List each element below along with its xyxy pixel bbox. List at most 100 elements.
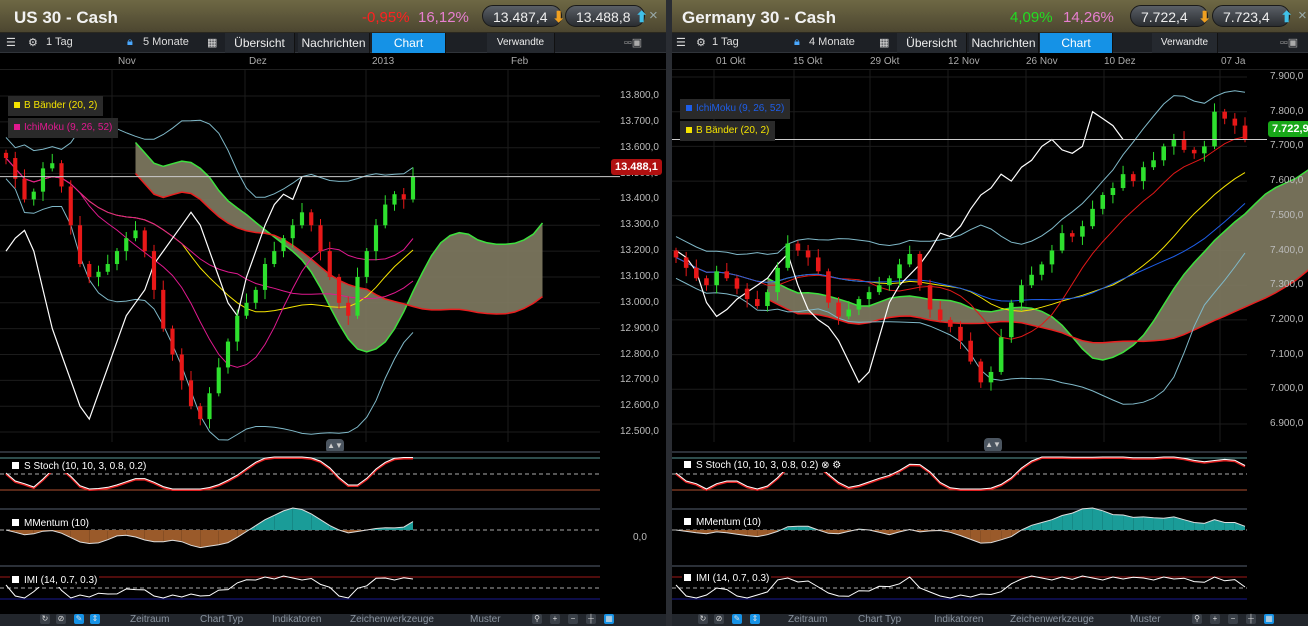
candle-body <box>1029 274 1034 286</box>
toolbar-muster[interactable]: Muster <box>1130 614 1161 625</box>
window-header[interactable]: Germany 30 - Cash 4,09% 14,26% 7.722,4 ⬇ … <box>672 0 1308 33</box>
legend-bollinger[interactable]: B Bänder (20, 2) <box>680 121 776 141</box>
window-layout-icons[interactable]: ▫▫▣ <box>624 36 642 49</box>
sell-quote-button[interactable]: 7.722,4 ⬇ <box>1130 5 1211 27</box>
indicator-label-imi[interactable]: IMI (14, 0.7, 0.3) <box>682 572 772 585</box>
zoom-out-icon[interactable]: − <box>568 614 578 624</box>
date-label: Nov <box>118 56 136 67</box>
no-draw-icon[interactable]: ⊘ <box>56 614 66 624</box>
momentum-area <box>1143 516 1154 530</box>
tab-uebersicht[interactable]: Übersicht <box>225 33 295 53</box>
candle-body <box>846 309 852 317</box>
gear-icon[interactable]: ⚙ <box>832 460 841 471</box>
up-down-icon[interactable]: ⇕ <box>90 614 100 624</box>
candle-body <box>856 299 862 310</box>
indicator-label-imi[interactable]: IMI (14, 0.7, 0.3) <box>10 574 100 587</box>
price-axis-label: 7.200,0 <box>1270 313 1304 325</box>
grid-icon[interactable]: ▦ <box>604 614 614 624</box>
calendar-icon[interactable]: ▦ <box>207 36 217 49</box>
indicator-label-momentum[interactable]: MMentum (10) <box>10 517 92 530</box>
tab-verwandte[interactable]: Verwandte <box>487 33 555 53</box>
legend-ichimoku[interactable]: IchiMoku (9, 26, 52) <box>680 99 791 119</box>
price-axis-label: 12.600,0 <box>620 400 659 412</box>
tab-verwandte[interactable]: Verwandte <box>1152 33 1218 53</box>
toolbar-zeichenwerkzeuge[interactable]: Zeichenwerkzeuge <box>1010 614 1094 625</box>
toolbar-indikatoren[interactable]: Indikatoren <box>272 614 321 625</box>
grid-icon[interactable]: ▦ <box>1264 614 1274 624</box>
search-icon[interactable]: ⚲ <box>1192 614 1202 624</box>
range-select[interactable]: 4 Monate <box>809 36 855 48</box>
candle-body <box>897 264 902 279</box>
lock-icon[interactable]: 🔒︎ <box>794 36 800 49</box>
gear-icon[interactable]: ⚙ <box>696 36 706 49</box>
indicator-name: S Stoch (10, 10, 3, 0.8, 0.2) <box>696 460 819 471</box>
candle-body <box>355 276 360 316</box>
indicator-label-stoch[interactable]: S Stoch (10, 10, 3, 0.8, 0.2) <box>10 460 149 473</box>
arrow-up-icon[interactable]: ⬆ <box>1280 8 1293 26</box>
window-layout-icons[interactable]: ▫▫▣ <box>1280 36 1298 49</box>
toolbar-zeichenwerkzeuge[interactable]: Zeichenwerkzeuge <box>350 614 434 625</box>
candle-body <box>87 264 92 277</box>
indicator-label-stoch[interactable]: S Stoch (10, 10, 3, 0.8, 0.2) ⊗ ⚙ <box>682 459 844 472</box>
calendar-icon[interactable]: ▦ <box>879 36 889 49</box>
candle-body <box>744 288 750 300</box>
pen-icon[interactable]: ✎ <box>74 614 84 624</box>
tab-chart[interactable]: Chart <box>1040 33 1113 53</box>
momentum-area <box>89 530 99 544</box>
lock-icon[interactable]: 🔒︎ <box>127 36 133 49</box>
crosshair-icon[interactable]: ┼ <box>1246 614 1256 624</box>
legend-swatch <box>686 105 692 111</box>
window-header[interactable]: US 30 - Cash -0,95% 16,12% 13.487,4 ⬇ 13.… <box>0 0 666 33</box>
crosshair-icon[interactable]: ┼ <box>586 614 596 624</box>
tab-chart[interactable]: Chart <box>372 33 446 53</box>
momentum-area <box>209 530 219 547</box>
tab-nachrichten[interactable]: Nachrichten <box>298 33 370 53</box>
gear-icon[interactable]: ⚙ <box>28 36 38 49</box>
daily-change: 4,09% <box>1010 9 1053 26</box>
range-select[interactable]: 5 Monate <box>143 36 189 48</box>
candle-body <box>815 257 821 272</box>
close-icon[interactable]: × <box>649 7 658 24</box>
pen-icon[interactable]: ✎ <box>732 614 742 624</box>
no-draw-icon[interactable]: ⊘ <box>714 614 724 624</box>
list-icon[interactable]: ☰ <box>6 36 16 49</box>
interval-select[interactable]: 1 Tag <box>46 36 73 48</box>
momentum-area <box>228 530 238 543</box>
candle-body <box>216 367 221 394</box>
up-down-icon[interactable]: ⇕ <box>750 614 760 624</box>
candle-body <box>1019 285 1024 303</box>
toolbar-indikatoren[interactable]: Indikatoren <box>934 614 983 625</box>
remove-icon[interactable]: ⊗ <box>821 460 829 471</box>
toolbar-muster[interactable]: Muster <box>470 614 501 625</box>
legend-bollinger[interactable]: B Bänder (20, 2) <box>8 96 104 116</box>
interval-select[interactable]: 1 Tag <box>712 36 739 48</box>
buy-quote-button[interactable]: 13.488,8 ⬆ <box>565 5 648 27</box>
toolbar-chart-typ[interactable]: Chart Typ <box>200 614 243 625</box>
list-icon[interactable]: ☰ <box>676 36 686 49</box>
zoom-in-icon[interactable]: + <box>550 614 560 624</box>
buy-quote-button[interactable]: 7.723,4 ⬆ <box>1212 5 1293 27</box>
legend-ichimoku[interactable]: IchiMoku (9, 26, 52) <box>8 118 119 138</box>
candle-body <box>694 267 699 279</box>
candle-body <box>866 292 872 300</box>
candle-body <box>346 302 351 316</box>
toolbar-zeitraum[interactable]: Zeitraum <box>788 614 827 625</box>
candle-body <box>383 204 388 226</box>
search-icon[interactable]: ⚲ <box>532 614 542 624</box>
sell-quote-button[interactable]: 13.487,4 ⬇ <box>482 5 565 27</box>
tab-nachrichten[interactable]: Nachrichten <box>969 33 1039 53</box>
zoom-out-icon[interactable]: − <box>1228 614 1238 624</box>
indicator-label-momentum[interactable]: MMentum (10) <box>682 516 764 529</box>
close-icon[interactable]: × <box>1298 7 1307 24</box>
toolbar-zeitraum[interactable]: Zeitraum <box>130 614 169 625</box>
refresh-icon[interactable]: ↻ <box>40 614 50 624</box>
zoom-in-icon[interactable]: + <box>1210 614 1220 624</box>
refresh-icon[interactable]: ↻ <box>698 614 708 624</box>
tab-uebersicht[interactable]: Übersicht <box>897 33 967 53</box>
candle-body <box>927 285 933 310</box>
indicator-name: S Stoch (10, 10, 3, 0.8, 0.2) <box>24 461 147 472</box>
toolbar-chart-typ[interactable]: Chart Typ <box>858 614 901 625</box>
candle-body <box>373 225 379 252</box>
legend-label: IchiMoku (9, 26, 52) <box>696 103 785 114</box>
momentum-area <box>1133 516 1144 530</box>
